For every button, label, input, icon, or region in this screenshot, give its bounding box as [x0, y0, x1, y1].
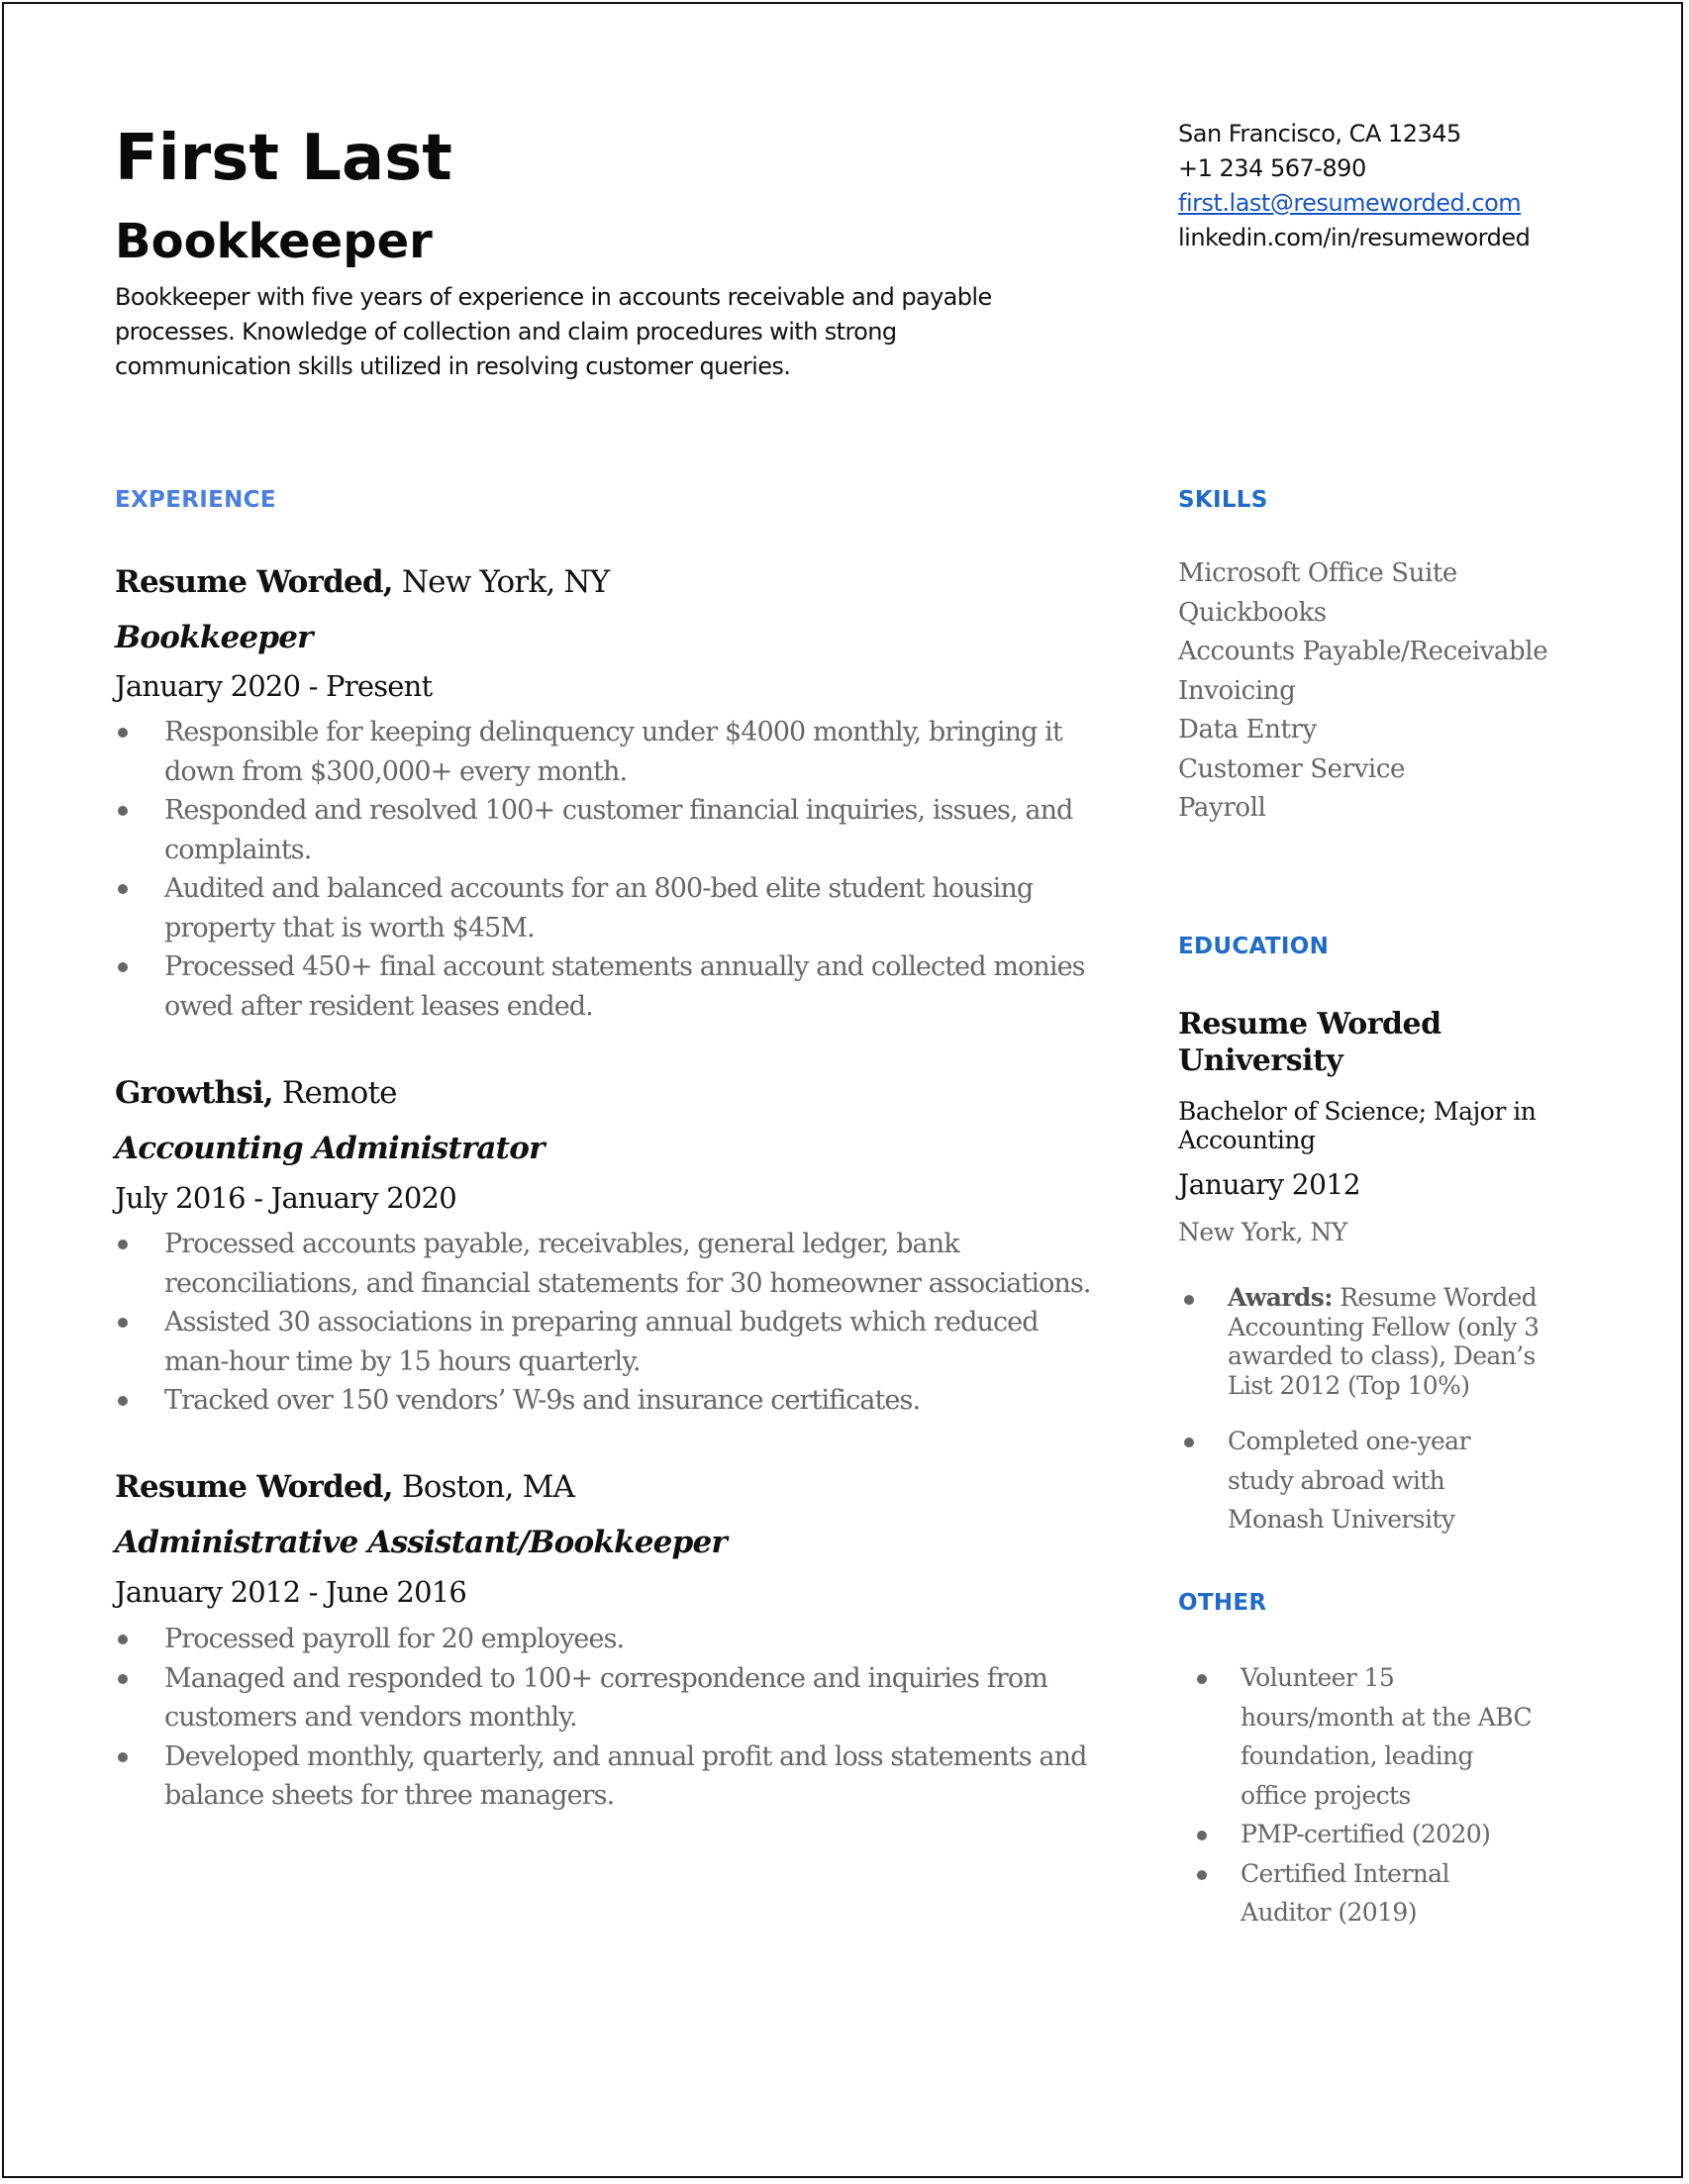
contact-block: San Francisco, CA 12345 +1 234 567-890 f… — [1178, 117, 1531, 255]
bullet-icon — [118, 884, 128, 894]
other-heading: OTHER — [1178, 1590, 1267, 1616]
bullet-item: Responded and resolved 100+ customer fin… — [115, 791, 1085, 869]
bullet-icon — [118, 1673, 128, 1684]
education-degree: Bachelor of Science; Major in Accounting — [1178, 1097, 1537, 1154]
skill-item: Accounts Payable/Receivable — [1178, 637, 1548, 666]
bullet-item: Processed payroll for 20 employees. — [115, 1620, 1086, 1659]
bullet-icon — [1197, 1831, 1207, 1840]
awards-label: Awards: — [1228, 1283, 1333, 1312]
other-item: Volunteer 15 hours/month at the ABC foun… — [1191, 1658, 1533, 1815]
bullet-icon — [118, 806, 128, 816]
education-date: January 2012 — [1178, 1168, 1361, 1201]
education-bullets: Awards: Resume Worded Accounting Fellow … — [1178, 1283, 1540, 1539]
bullet-icon — [1184, 1438, 1194, 1447]
bullet-item: Developed monthly, quarterly, and annual… — [115, 1737, 1087, 1816]
company-name: Resume Worded, — [115, 1469, 394, 1505]
contact-linkedin: linkedin.com/in/resumeworded — [1178, 224, 1531, 251]
job-dates: July 2016 - January 2020 — [115, 1181, 457, 1215]
company-location: Remote — [272, 1075, 398, 1111]
study-abroad-item: Completed one-year study abroad with Mon… — [1178, 1422, 1539, 1539]
contact-location: San Francisco, CA 12345 — [1178, 120, 1461, 148]
other-item: PMP-certified (2020) — [1191, 1815, 1532, 1854]
company-location: Boston, MA — [392, 1469, 575, 1505]
bullet-icon — [1184, 1295, 1194, 1305]
bullet-icon — [118, 1240, 128, 1249]
awards-item: Awards: Resume Worded Accounting Fellow … — [1178, 1283, 1540, 1400]
job-dates: January 2012 - June 2016 — [115, 1575, 467, 1609]
summary-line: processes. Knowledge of collection and c… — [115, 318, 897, 346]
bullet-icon — [118, 728, 128, 738]
job-dates: January 2020 - Present — [115, 669, 433, 703]
candidate-name: First Last — [115, 122, 452, 195]
other-list: Volunteer 15 hours/month at the ABC foun… — [1191, 1658, 1533, 1933]
job-company: Resume Worded, Boston, MA — [115, 1467, 575, 1507]
job-bullets: Processed accounts payable, receivables,… — [115, 1225, 1091, 1421]
education-location: New York, NY — [1178, 1218, 1347, 1246]
skills-heading: SKILLS — [1178, 487, 1268, 513]
bullet-icon — [118, 1396, 128, 1406]
contact-email-link[interactable]: first.last@resumeworded.com — [1178, 189, 1522, 217]
bullet-item: Responsible for keeping delinquency unde… — [115, 713, 1085, 791]
bullet-icon — [118, 1635, 128, 1644]
summary: Bookkeeper with five years of experience… — [115, 280, 1045, 384]
skill-item: Quickbooks — [1178, 597, 1327, 628]
education-school: Resume Worded University — [1178, 1007, 1441, 1078]
skills-list: Microsoft Office Suite Quickbooks Accoun… — [1178, 554, 1548, 829]
summary-line: communication skills utilized in resolvi… — [115, 352, 791, 380]
job-company: Resume Worded, New York, NY — [115, 562, 610, 602]
skill-item: Customer Service — [1178, 753, 1405, 784]
job-title: Accounting Administrator — [115, 1131, 545, 1166]
bullet-icon — [118, 1751, 128, 1762]
bullet-icon — [1197, 1674, 1207, 1684]
candidate-headline: Bookkeeper — [115, 214, 433, 269]
company-location: New York, NY — [392, 564, 610, 600]
summary-line: Bookkeeper with five years of experience… — [115, 283, 992, 311]
job-bullets: Processed payroll for 20 employees. Mana… — [115, 1620, 1087, 1816]
skill-item: Data Entry — [1178, 715, 1317, 745]
skill-item: Invoicing — [1178, 675, 1296, 706]
job-company: Growthsi, Remote — [115, 1073, 397, 1113]
company-name: Growthsi, — [115, 1075, 274, 1111]
job-bullets: Responsible for keeping delinquency unde… — [115, 713, 1086, 1026]
other-item: Certified Internal Auditor (2019) — [1191, 1854, 1532, 1933]
bullet-icon — [118, 1318, 128, 1328]
job-title: Administrative Assistant/Bookkeeper — [115, 1525, 728, 1560]
bullet-item: Assisted 30 associations in preparing an… — [115, 1303, 1091, 1381]
company-name: Resume Worded, — [115, 564, 394, 600]
education-heading: EDUCATION — [1178, 934, 1330, 959]
contact-phone: +1 234 567-890 — [1178, 154, 1366, 182]
bullet-item: Managed and responded to 100+ correspond… — [115, 1659, 1086, 1737]
skill-item: Microsoft Office Suite — [1178, 558, 1457, 588]
job-title: Bookkeeper — [115, 620, 314, 655]
bullet-item: Tracked over 150 vendors’ W-9s and insur… — [115, 1381, 1091, 1421]
bullet-item: Processed 450+ final account statements … — [115, 947, 1086, 1026]
bullet-item: Audited and balanced accounts for an 800… — [115, 869, 1085, 947]
experience-heading: EXPERIENCE — [115, 487, 276, 513]
bullet-icon — [118, 962, 128, 972]
bullet-icon — [1197, 1869, 1207, 1880]
bullet-item: Processed accounts payable, receivables,… — [115, 1225, 1091, 1303]
skill-item: Payroll — [1178, 793, 1266, 823]
